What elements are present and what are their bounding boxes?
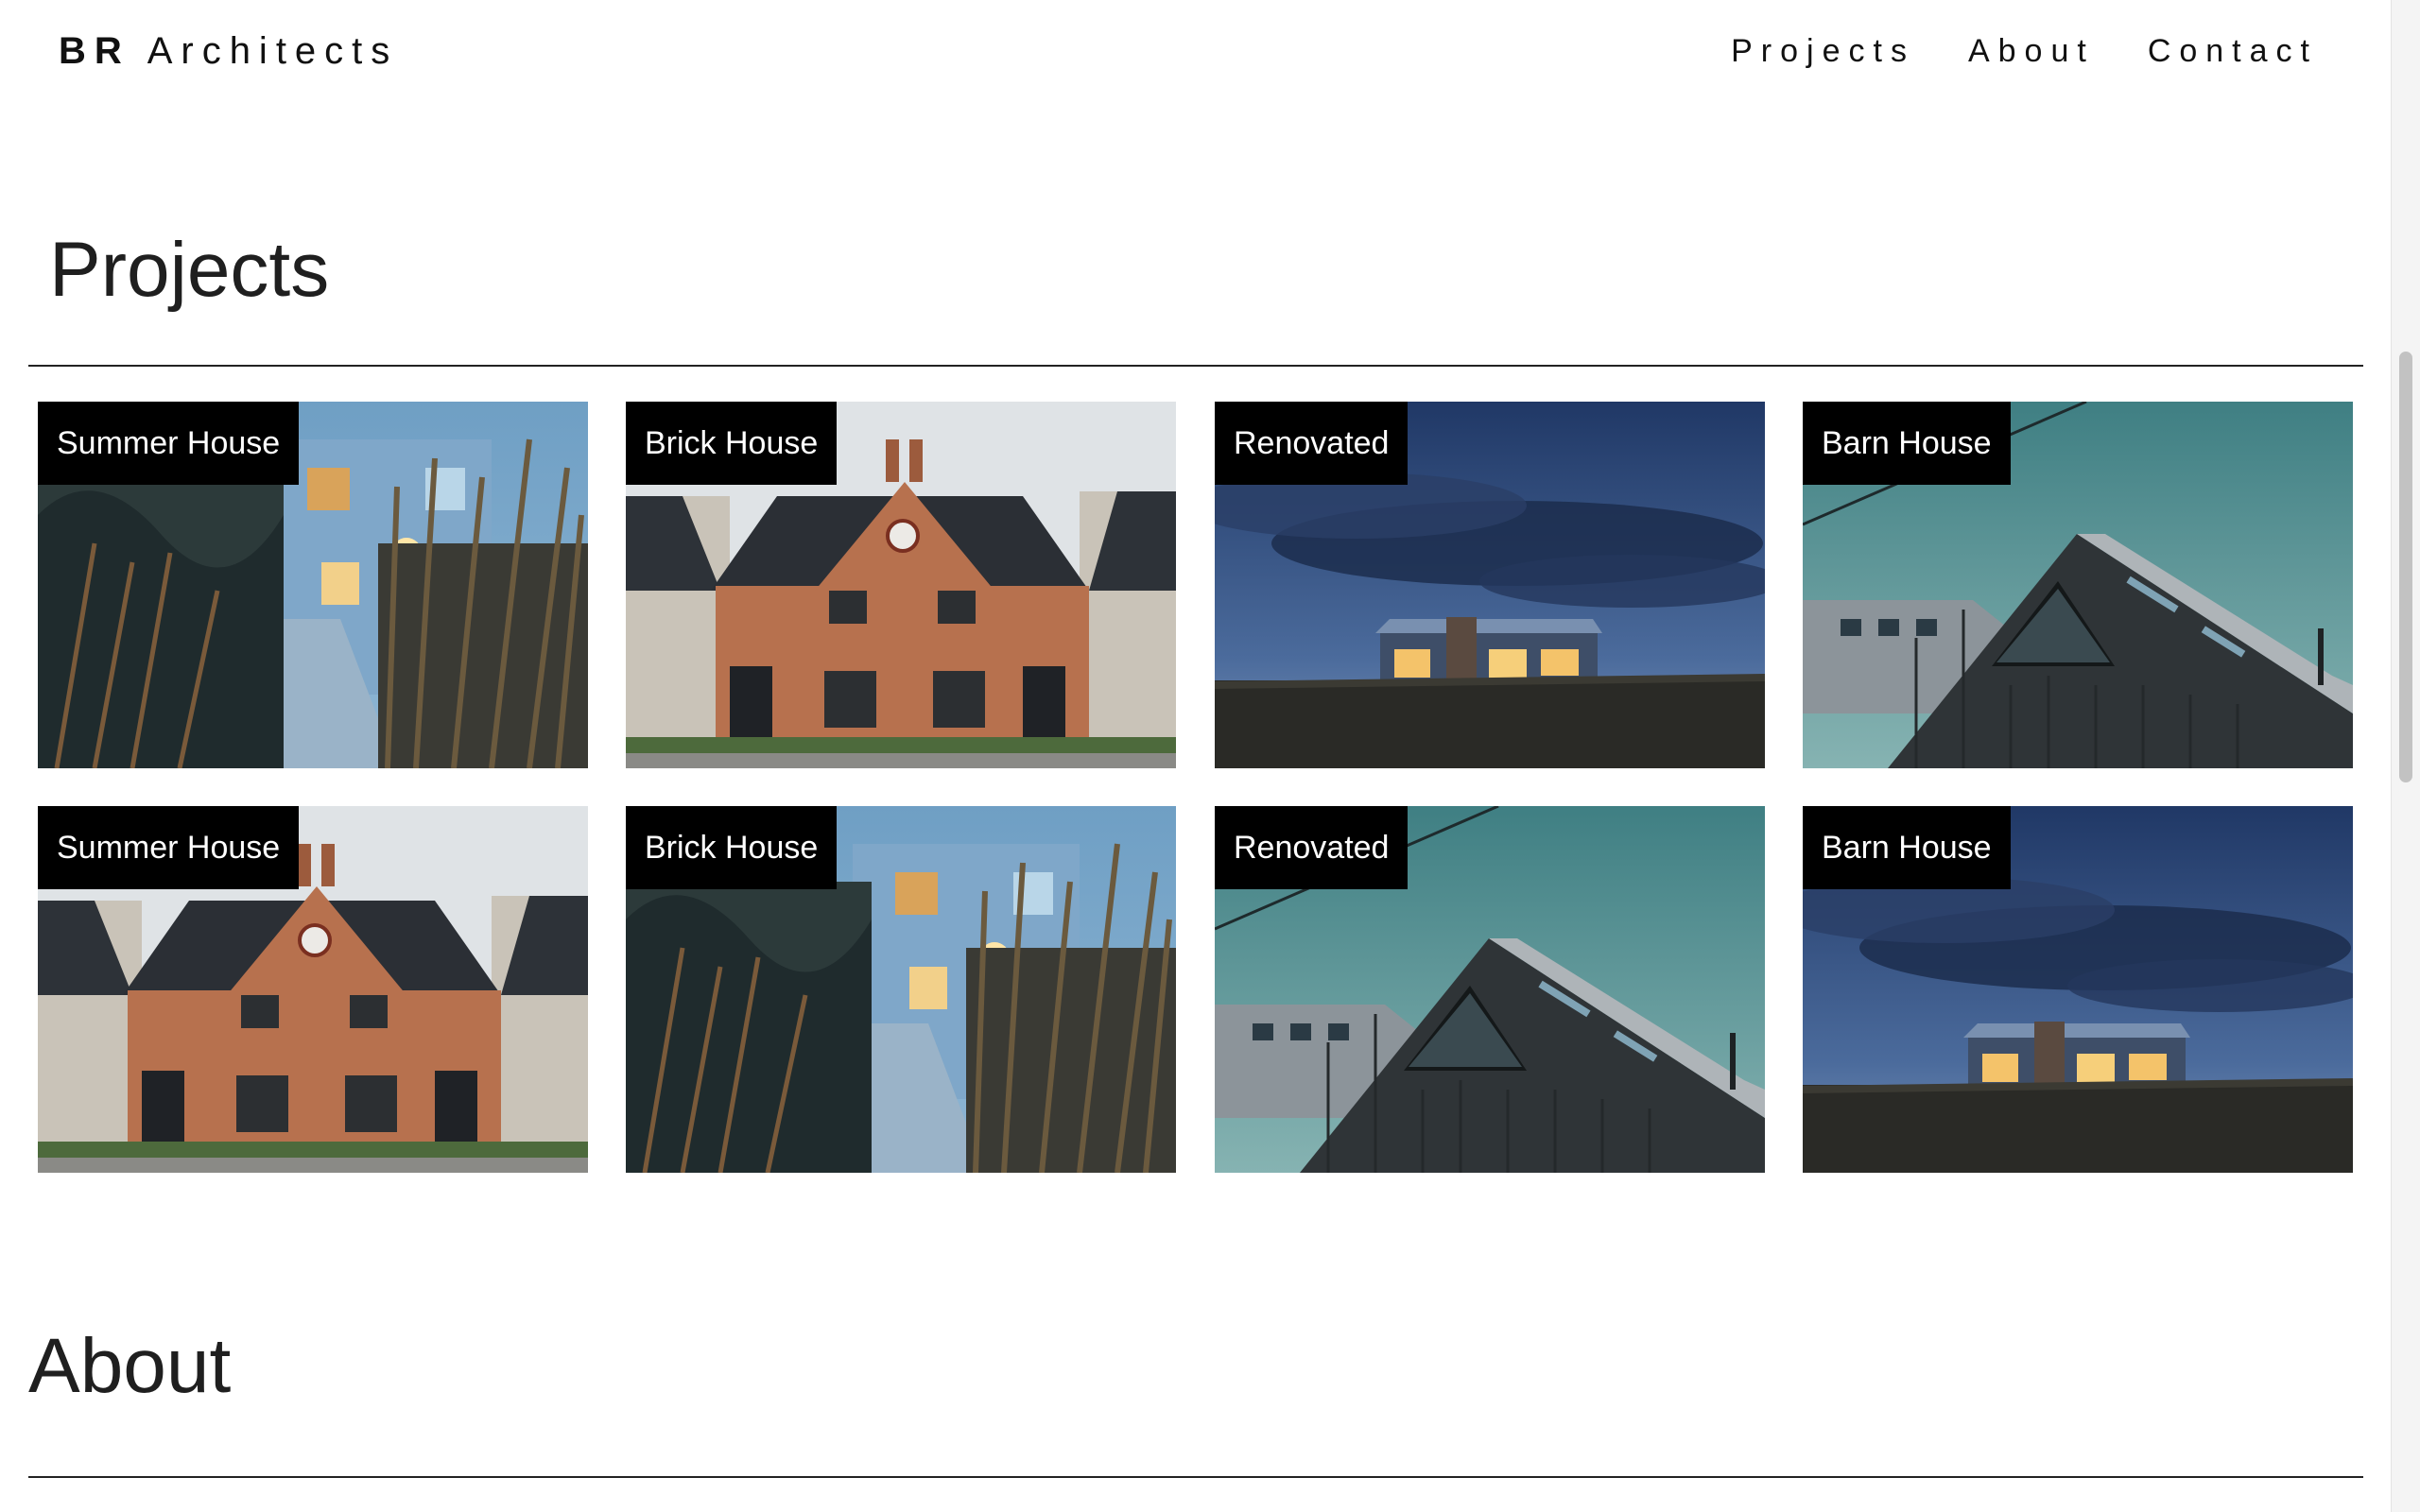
project-card-label: Brick House bbox=[626, 402, 838, 485]
nav-link-contact[interactable]: Contact bbox=[2148, 26, 2318, 76]
scrollbar-thumb[interactable] bbox=[2399, 352, 2412, 782]
section-divider bbox=[28, 365, 2363, 367]
main-nav: Projects About Contact bbox=[1731, 26, 2318, 76]
project-card[interactable]: Brick House bbox=[626, 806, 1176, 1173]
brand-logo[interactable]: BR Architects bbox=[59, 26, 398, 76]
project-card[interactable]: Renovated bbox=[1215, 402, 1765, 768]
project-card[interactable]: Barn House bbox=[1803, 806, 2353, 1173]
project-card[interactable]: Summer House bbox=[38, 806, 588, 1173]
project-card-label: Renovated bbox=[1215, 806, 1409, 889]
project-card[interactable]: Brick House bbox=[626, 402, 1176, 768]
project-card-label: Renovated bbox=[1215, 402, 1409, 485]
nav-link-about[interactable]: About bbox=[1968, 26, 2095, 76]
project-card[interactable]: Barn House bbox=[1803, 402, 2353, 768]
project-card-label: Brick House bbox=[626, 806, 838, 889]
about-heading: About bbox=[28, 1323, 232, 1409]
nav-link-projects[interactable]: Projects bbox=[1731, 26, 1915, 76]
project-card-label: Summer House bbox=[38, 402, 300, 485]
brand-initials: BR bbox=[59, 30, 130, 72]
top-navbar: BR Architects Projects About Contact bbox=[0, 0, 2392, 102]
brand-name: Architects bbox=[147, 30, 399, 72]
section-divider bbox=[28, 1476, 2363, 1478]
project-card-label: Barn House bbox=[1803, 806, 2011, 889]
scrollbar[interactable] bbox=[2391, 0, 2420, 1512]
project-card-label: Barn House bbox=[1803, 402, 2011, 485]
project-card[interactable]: Summer House bbox=[38, 402, 588, 768]
project-card[interactable]: Renovated bbox=[1215, 806, 1765, 1173]
projects-heading: Projects bbox=[49, 227, 330, 313]
project-card-label: Summer House bbox=[38, 806, 300, 889]
